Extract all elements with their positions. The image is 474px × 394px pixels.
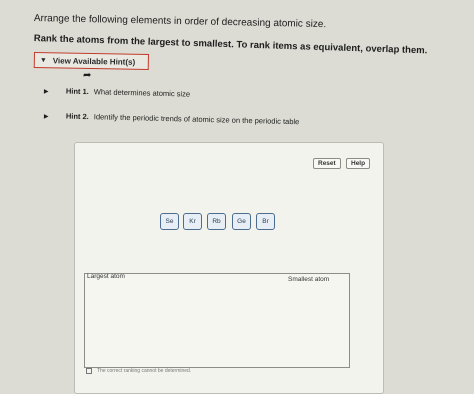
hint-2-text: Identify the periodic trends of atomic s… — [93, 112, 300, 127]
help-button[interactable]: Help — [346, 158, 371, 169]
reset-button[interactable]: Reset — [313, 158, 341, 169]
view-hints-label: View Available Hint(s) — [52, 55, 136, 67]
smallest-atom-label: Smallest atom — [288, 276, 330, 283]
caret-right-icon: ▶ — [43, 88, 49, 96]
caret-right-icon: ▶ — [43, 113, 49, 121]
hint-1-text: What determines atomic size — [93, 87, 191, 99]
hint-2-row[interactable]: ▶ Hint 2. Identify the periodic trends of … — [43, 111, 300, 127]
atom-tile-ge[interactable]: Ge — [232, 213, 251, 230]
caret-down-icon: ▼ — [39, 56, 47, 64]
ranking-drop-zone[interactable] — [84, 273, 350, 368]
hint-1-prefix: Hint 1. — [65, 86, 89, 97]
hint-1-row[interactable]: ▶ Hint 1. What determines atomic size — [44, 86, 190, 99]
atom-tile-se[interactable]: Se — [160, 213, 179, 230]
checkbox-icon[interactable] — [86, 368, 92, 374]
atom-tile-rb[interactable]: Rb — [207, 213, 226, 230]
atom-tile-kr[interactable]: Kr — [183, 213, 202, 230]
largest-atom-label: Largest atom — [87, 273, 125, 280]
hint-2-prefix: Hint 2. — [65, 111, 89, 122]
atom-tile-br[interactable]: Br — [256, 213, 275, 230]
question-text: Arrange the following elements in order … — [33, 13, 327, 31]
cannot-determine-label: The correct ranking cannot be determined… — [97, 368, 192, 374]
cannot-determine-option[interactable]: The correct ranking cannot be determined… — [86, 368, 191, 374]
mouse-cursor-icon: ➦ — [83, 70, 92, 81]
view-hints-button[interactable]: ▼ View Available Hint(s) — [33, 52, 149, 71]
